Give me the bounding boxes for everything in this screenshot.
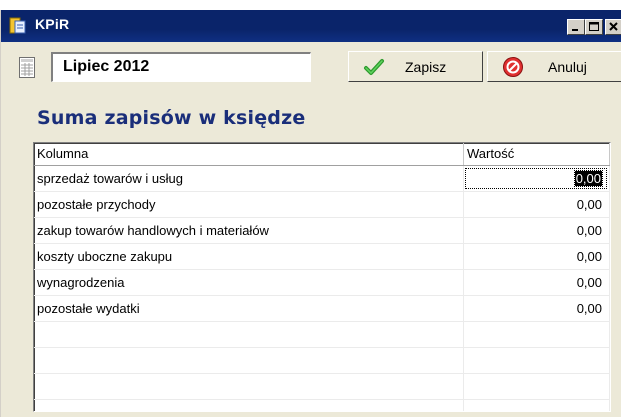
empty-row (34, 348, 610, 374)
row-value[interactable]: 0,00 (464, 192, 610, 217)
empty-cell (34, 348, 464, 373)
maximize-button[interactable] (585, 19, 603, 35)
row-name: koszty uboczne zakupu (34, 244, 464, 269)
grid-header: Kolumna Wartość (34, 143, 610, 166)
row-value[interactable]: 0,00 (464, 296, 610, 321)
row-value[interactable]: 0,00 (464, 218, 610, 243)
empty-row (34, 400, 610, 411)
empty-cell (464, 348, 610, 373)
row-name: wynagrodzenia (34, 270, 464, 295)
period-field[interactable]: Lipiec 2012 (51, 52, 311, 82)
summary-grid: Kolumna Wartość sprzedaż towarów i usług… (33, 142, 611, 412)
table-row[interactable]: koszty uboczne zakupu 0,00 (34, 244, 610, 270)
empty-cell (464, 400, 610, 411)
table-row[interactable]: pozostałe wydatki 0,00 (34, 296, 610, 322)
save-button-label: Zapisz (405, 58, 447, 75)
close-icon (609, 22, 618, 31)
empty-row (34, 374, 610, 400)
row-value-selected[interactable]: 0,00 (464, 166, 610, 191)
empty-cell (464, 322, 610, 347)
cancel-icon (503, 56, 523, 77)
minimize-button[interactable] (567, 19, 585, 35)
app-icon (9, 17, 26, 34)
row-name: pozostałe wydatki (34, 296, 464, 321)
row-value[interactable]: 0,00 (464, 244, 610, 269)
table-row[interactable]: sprzedaż towarów i usług 0,00 (34, 166, 610, 192)
checkmark-icon (364, 58, 384, 75)
row-name: pozostałe przychody (34, 192, 464, 217)
row-name: sprzedaż towarów i usług (34, 166, 464, 191)
save-button[interactable]: Zapisz (348, 51, 483, 82)
empty-row (34, 322, 610, 348)
row-name: zakup towarów handlowych i materiałów (34, 218, 464, 243)
document-icon[interactable] (19, 57, 35, 78)
table-row[interactable]: zakup towarów handlowych i materiałów 0,… (34, 218, 610, 244)
table-row[interactable]: wynagrodzenia 0,00 (34, 270, 610, 296)
kpir-window: KPiR Lipiec 2012 Zapisz Anuluj Suma zapi… (0, 10, 621, 417)
section-title: Suma zapisów w księdze (37, 107, 306, 129)
window-title: KPiR (35, 16, 70, 32)
empty-cell (34, 374, 464, 399)
cancel-button[interactable]: Anuluj (487, 51, 621, 82)
close-button[interactable] (605, 19, 621, 35)
cancel-button-label: Anuluj (548, 58, 587, 75)
column-header-name[interactable]: Kolumna (34, 143, 464, 165)
column-header-value[interactable]: Wartość (464, 143, 610, 165)
empty-cell (464, 374, 610, 399)
title-bar[interactable]: KPiR (1, 10, 621, 42)
empty-cell (34, 400, 464, 411)
focus-rectangle (465, 168, 607, 189)
minimize-icon (572, 29, 578, 31)
maximize-icon (589, 22, 599, 31)
table-row[interactable]: pozostałe przychody 0,00 (34, 192, 610, 218)
row-value[interactable]: 0,00 (464, 270, 610, 295)
empty-cell (34, 322, 464, 347)
toolbar: Lipiec 2012 Zapisz Anuluj (1, 42, 621, 92)
